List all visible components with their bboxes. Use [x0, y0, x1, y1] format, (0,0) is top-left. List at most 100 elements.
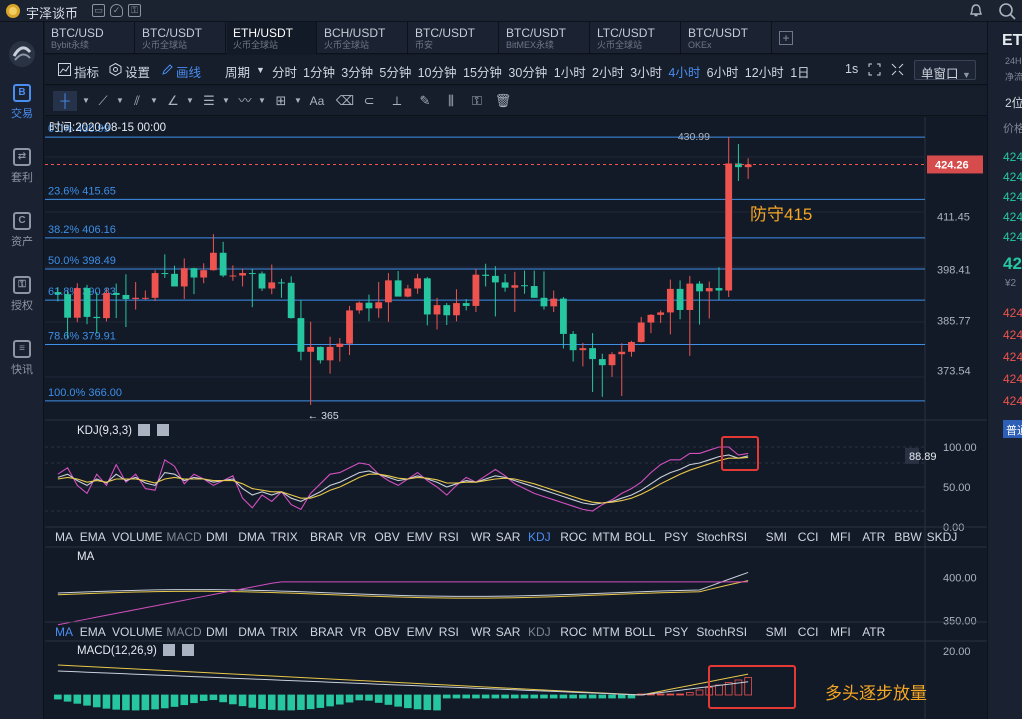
indicator-tab[interactable]: RSI	[439, 530, 459, 544]
indicator-tab[interactable]: PSY	[664, 530, 688, 544]
crosshair-icon[interactable]: ┼	[53, 91, 77, 111]
symbol-tab-6[interactable]: LTC/USDT 火币全球站	[591, 22, 681, 54]
settings-button[interactable]: 设置	[125, 62, 150, 81]
ask-price[interactable]: 424	[1003, 190, 1022, 204]
period-1[interactable]: 1分钟	[303, 62, 335, 81]
indicator-tab[interactable]: MTM	[592, 625, 619, 639]
macd-close-icon[interactable]	[182, 644, 194, 656]
indicator-tab[interactable]: DMA	[238, 530, 265, 544]
indicator-tab[interactable]: CCI	[798, 530, 819, 544]
bid-price[interactable]: 424	[1003, 306, 1022, 320]
macd-settings-icon[interactable]	[163, 644, 175, 656]
chevron-down-icon[interactable]: ▼	[257, 91, 267, 111]
panel-mode-button[interactable]: 普通	[1003, 420, 1022, 438]
bid-price[interactable]: 424	[1003, 394, 1022, 408]
indicator-tab[interactable]: PSY	[664, 625, 688, 639]
candles-icon[interactable]: ⫼	[439, 91, 463, 111]
magnet-icon[interactable]: ⊂	[357, 91, 381, 111]
symbol-tab-3[interactable]: BCH/USDT 火币全球站	[318, 22, 408, 54]
indicator-tab[interactable]: ROC	[560, 625, 587, 639]
period-9[interactable]: 3小时	[630, 62, 662, 81]
indicator-tab[interactable]: SMI	[766, 530, 787, 544]
indicator-tab[interactable]: TRIX	[270, 625, 297, 639]
indicator-tab[interactable]: DMI	[206, 530, 228, 544]
chevron-down-icon[interactable]: ▼	[81, 91, 91, 111]
period-8[interactable]: 2小时	[592, 62, 624, 81]
indicator-tab[interactable]: VOLUME	[112, 625, 163, 639]
indicator-tab[interactable]: SMI	[766, 625, 787, 639]
indicator-tab[interactable]: EMV	[407, 530, 433, 544]
chevron-down-icon[interactable]: ▼	[149, 91, 159, 111]
fib-retracement-icon[interactable]: ☰	[197, 91, 221, 111]
nav-item-4[interactable]: ≡ 快讯	[0, 340, 44, 377]
symbol-tab-0[interactable]: BTC/USD Bybit永续	[45, 22, 135, 54]
period-4[interactable]: 10分钟	[418, 62, 457, 81]
shield-icon[interactable]: ✓	[110, 4, 123, 17]
indicator-tab[interactable]: BRAR	[310, 625, 344, 639]
angle-icon[interactable]: ∠	[161, 91, 185, 111]
indicator-tab[interactable]: ROC	[560, 530, 587, 544]
indicator-tab[interactable]: MTM	[592, 530, 619, 544]
indicator-tab[interactable]: OBV	[374, 530, 399, 544]
indicator-tab[interactable]: VR	[350, 530, 367, 544]
ask-price[interactable]: 424	[1003, 150, 1022, 164]
nav-item-3[interactable]: ⚿ 授权	[0, 276, 44, 313]
measure-icon[interactable]: ⊞	[269, 91, 293, 111]
symbol-tab-5[interactable]: BTC/USDT BitMEX永续	[500, 22, 590, 54]
indicator-tab[interactable]: MFI	[830, 530, 851, 544]
indicator-tab[interactable]: EMV	[407, 625, 433, 639]
text-tool-icon[interactable]: Aa	[305, 91, 329, 111]
window-icon[interactable]: ▭	[92, 4, 105, 17]
period-label[interactable]: 周期	[225, 62, 250, 81]
indicator-tab[interactable]: MACD	[166, 530, 202, 544]
kdj-settings-icon[interactable]	[138, 424, 150, 436]
period-10[interactable]: 4小时	[668, 62, 700, 81]
fullscreen-icon[interactable]	[868, 63, 881, 76]
add-tab-icon[interactable]: +	[779, 31, 793, 45]
ask-price[interactable]: 424	[1003, 230, 1022, 244]
indicator-tab[interactable]: DMA	[238, 625, 265, 639]
draw-button[interactable]: 画线	[176, 62, 201, 81]
indicator-tab[interactable]: BOLL	[625, 625, 656, 639]
expand-icon[interactable]	[891, 63, 904, 76]
indicator-tab[interactable]: MA	[55, 625, 73, 639]
window-mode-select[interactable]: 单窗口 ▼	[914, 60, 976, 81]
period-5[interactable]: 15分钟	[463, 62, 502, 81]
indicator-tab[interactable]: WR	[471, 625, 491, 639]
parallel-channel-icon[interactable]: ⫽	[125, 91, 149, 111]
symbol-tab-2[interactable]: ETH/USDT 火币全球站	[227, 22, 317, 54]
symbol-tab-1[interactable]: BTC/USDT 火币全球站	[136, 22, 226, 54]
indicator-tab[interactable]: RSI	[439, 625, 459, 639]
seconds-button[interactable]: 1s	[845, 62, 858, 76]
indicator-tab[interactable]: SAR	[496, 625, 521, 639]
symbol-tab-7[interactable]: BTC/USDT OKEx	[682, 22, 772, 54]
indicator-tab[interactable]: OBV	[374, 625, 399, 639]
indicator-tab[interactable]: EMA	[80, 530, 106, 544]
indicator-tab[interactable]: KDJ	[528, 625, 551, 639]
search-icon[interactable]	[998, 2, 1016, 20]
indicator-tab[interactable]: WR	[471, 530, 491, 544]
indicator-tab[interactable]: SAR	[496, 530, 521, 544]
ask-price[interactable]: 424	[1003, 210, 1022, 224]
indicator-tab[interactable]: ATR	[862, 625, 885, 639]
period-2[interactable]: 3分钟	[341, 62, 373, 81]
indicator-tab[interactable]: ATR	[862, 530, 885, 544]
bell-icon[interactable]	[968, 3, 984, 19]
chevron-down-icon[interactable]: ▼	[256, 65, 265, 75]
ask-price[interactable]: 424	[1003, 170, 1022, 184]
indicator-tab[interactable]: BBW	[894, 530, 922, 544]
bid-price[interactable]: 424	[1003, 328, 1022, 342]
period-3[interactable]: 5分钟	[379, 62, 411, 81]
lock-drawing-icon[interactable]: ⚿	[465, 91, 489, 111]
indicator-tab[interactable]: TRIX	[270, 530, 297, 544]
indicator-tab[interactable]: VOLUME	[112, 530, 163, 544]
nav-item-1[interactable]: ⇄ 套利	[0, 148, 44, 185]
bid-price[interactable]: 424	[1003, 372, 1022, 386]
eraser-icon[interactable]: ⌫	[333, 91, 357, 111]
indicator-icon[interactable]	[58, 63, 71, 76]
trash-icon[interactable]: 🗑	[491, 91, 515, 111]
indicator-tab[interactable]: VR	[350, 625, 367, 639]
chevron-down-icon[interactable]: ▼	[221, 91, 231, 111]
indicator-tab[interactable]: MFI	[830, 625, 851, 639]
indicator-tab[interactable]: CCI	[798, 625, 819, 639]
